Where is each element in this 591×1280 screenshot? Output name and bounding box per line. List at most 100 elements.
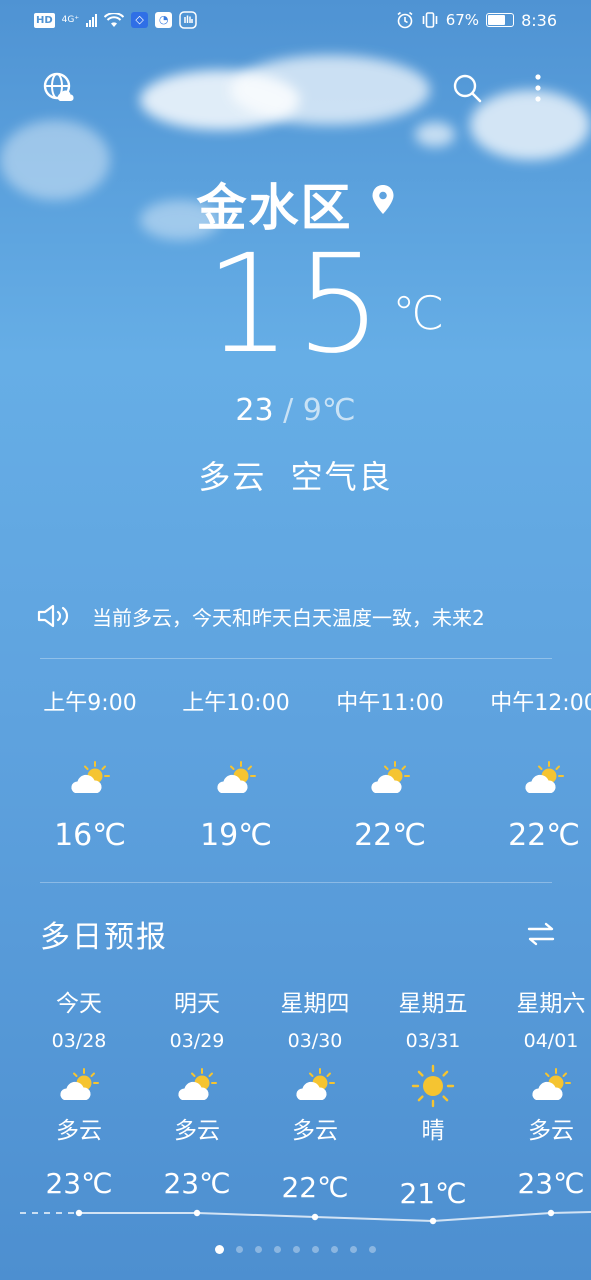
temperature-trend-line	[20, 1209, 591, 1225]
day-high: 22℃	[281, 1171, 349, 1204]
hour-temp: 16℃	[54, 818, 126, 853]
clock: 8:36	[521, 10, 557, 30]
location-pin-icon	[372, 185, 393, 214]
gesture-icon	[179, 11, 197, 29]
forecast-header: 多日预报	[40, 912, 556, 956]
trend-point	[429, 1217, 437, 1225]
status-bar: HD 4G⁺ ◇ ◔ 67% 8:36	[0, 0, 591, 40]
partly-cloudy-icon	[371, 761, 410, 793]
current-temperature-block: 15 ℃	[0, 230, 591, 380]
partly-cloudy-icon	[71, 761, 110, 793]
forecast-day[interactable]: 星期六 04/01 多云 23℃	[492, 985, 591, 1200]
temperature-value: 15	[204, 226, 387, 384]
battery-percent: 67%	[445, 11, 480, 29]
page-dot[interactable]	[293, 1246, 300, 1253]
forecast-day[interactable]: 星期五 03/31 晴 21℃	[374, 985, 492, 1210]
day-name: 星期四	[280, 991, 350, 1017]
page-dot[interactable]	[331, 1246, 338, 1253]
partly-cloudy-icon	[217, 761, 256, 793]
range-separator: /	[273, 393, 303, 428]
globe-weather-icon	[43, 72, 74, 101]
page-dot[interactable]	[215, 1245, 224, 1254]
notification-app-icon: ◇	[131, 12, 149, 28]
partly-cloudy-icon	[525, 761, 564, 793]
day-condition: 多云	[174, 1118, 220, 1144]
hourly-item[interactable]: 中午11:00 22℃	[332, 684, 448, 853]
partly-cloudy-icon	[178, 1068, 217, 1100]
divider	[40, 658, 552, 659]
day-name: 明天	[174, 991, 220, 1017]
forecast-day[interactable]: 今天 03/28 多云 23℃	[20, 985, 138, 1200]
day-condition: 多云	[56, 1118, 102, 1144]
hour-temp: 22℃	[508, 818, 580, 853]
broadcast-text: 当前多云，今天和昨天白天温度一致，未来2	[92, 605, 485, 630]
wifi-icon	[104, 12, 125, 27]
city-manage-button[interactable]	[37, 66, 81, 110]
day-condition: 晴	[421, 1118, 445, 1144]
page-dot[interactable]	[236, 1246, 243, 1253]
hourly-item[interactable]: 上午10:00 19℃	[178, 684, 294, 853]
hour-label: 上午9:00	[43, 691, 137, 716]
search-button[interactable]	[445, 66, 489, 110]
divider	[40, 882, 552, 883]
day-condition: 多云	[292, 1118, 338, 1144]
current-temperature: 15 ℃	[205, 230, 444, 380]
weather-broadcast[interactable]: 当前多云，今天和昨天白天温度一致，未来2	[36, 598, 546, 634]
hour-temp: 22℃	[354, 818, 426, 853]
notification-app-icon: ◔	[155, 12, 173, 28]
battery-icon	[486, 13, 515, 27]
network-type: 4G⁺	[61, 14, 80, 25]
page-dot[interactable]	[350, 1246, 357, 1253]
page-dot[interactable]	[274, 1246, 281, 1253]
hd-indicator: HD	[34, 12, 55, 28]
cloud-decoration	[230, 55, 430, 125]
air-quality[interactable]: 空气良	[291, 458, 393, 496]
hour-label: 上午10:00	[182, 691, 290, 716]
day-date: 03/29	[169, 1030, 225, 1052]
low-temp: 9℃	[302, 393, 356, 428]
sunny-icon	[411, 1064, 455, 1108]
hourly-item[interactable]: 中午12:00 22℃	[486, 684, 591, 853]
condition-line: 多云 空气良	[0, 452, 591, 498]
weather-condition: 多云	[198, 458, 267, 496]
hourly-forecast[interactable]: 上午9:00 16℃ 上午10:00 19℃ 中午11:00 22℃ 中午12:…	[0, 684, 591, 864]
hourly-item[interactable]: 上午9:00 16℃	[38, 684, 142, 853]
trend-point	[193, 1209, 201, 1217]
vibrate-icon	[422, 12, 438, 28]
search-icon	[453, 74, 482, 103]
page-indicator[interactable]	[0, 1245, 591, 1254]
day-date: 03/31	[405, 1030, 461, 1052]
more-vertical-icon	[535, 74, 541, 102]
temperature-unit: ℃	[392, 286, 449, 340]
day-name: 今天	[56, 991, 102, 1017]
switch-view-icon[interactable]	[526, 921, 556, 947]
hour-label: 中午11:00	[336, 691, 444, 716]
cloud-decoration	[415, 122, 455, 147]
more-menu-button[interactable]	[516, 66, 560, 110]
day-high: 23℃	[517, 1167, 585, 1200]
page-dot[interactable]	[369, 1246, 376, 1253]
daily-forecast[interactable]: 今天 03/28 多云 23℃ 明天 03/29 多云 23℃ 星期四 03/3…	[0, 985, 591, 1230]
partly-cloudy-icon	[60, 1068, 99, 1100]
alarm-icon	[397, 11, 413, 29]
forecast-title: 多日预报	[40, 920, 168, 955]
day-condition: 多云	[528, 1118, 574, 1144]
page-dot[interactable]	[312, 1246, 319, 1253]
day-date: 04/01	[523, 1030, 579, 1052]
temperature-range: 23 / 9℃	[0, 393, 591, 428]
high-temp: 23	[235, 393, 274, 428]
signal-icon	[86, 13, 98, 27]
hour-temp: 19℃	[200, 818, 272, 853]
day-name: 星期六	[516, 991, 586, 1017]
day-high: 23℃	[163, 1167, 231, 1200]
partly-cloudy-icon	[532, 1068, 571, 1100]
forecast-day[interactable]: 星期四 03/30 多云 22℃	[256, 985, 374, 1204]
day-name: 星期五	[398, 991, 468, 1017]
forecast-day[interactable]: 明天 03/29 多云 23℃	[138, 985, 256, 1200]
partly-cloudy-icon	[296, 1068, 335, 1100]
trend-point	[311, 1213, 319, 1221]
page-dot[interactable]	[255, 1246, 262, 1253]
trend-point	[547, 1209, 555, 1217]
day-high: 23℃	[45, 1167, 113, 1200]
day-date: 03/28	[51, 1030, 107, 1052]
